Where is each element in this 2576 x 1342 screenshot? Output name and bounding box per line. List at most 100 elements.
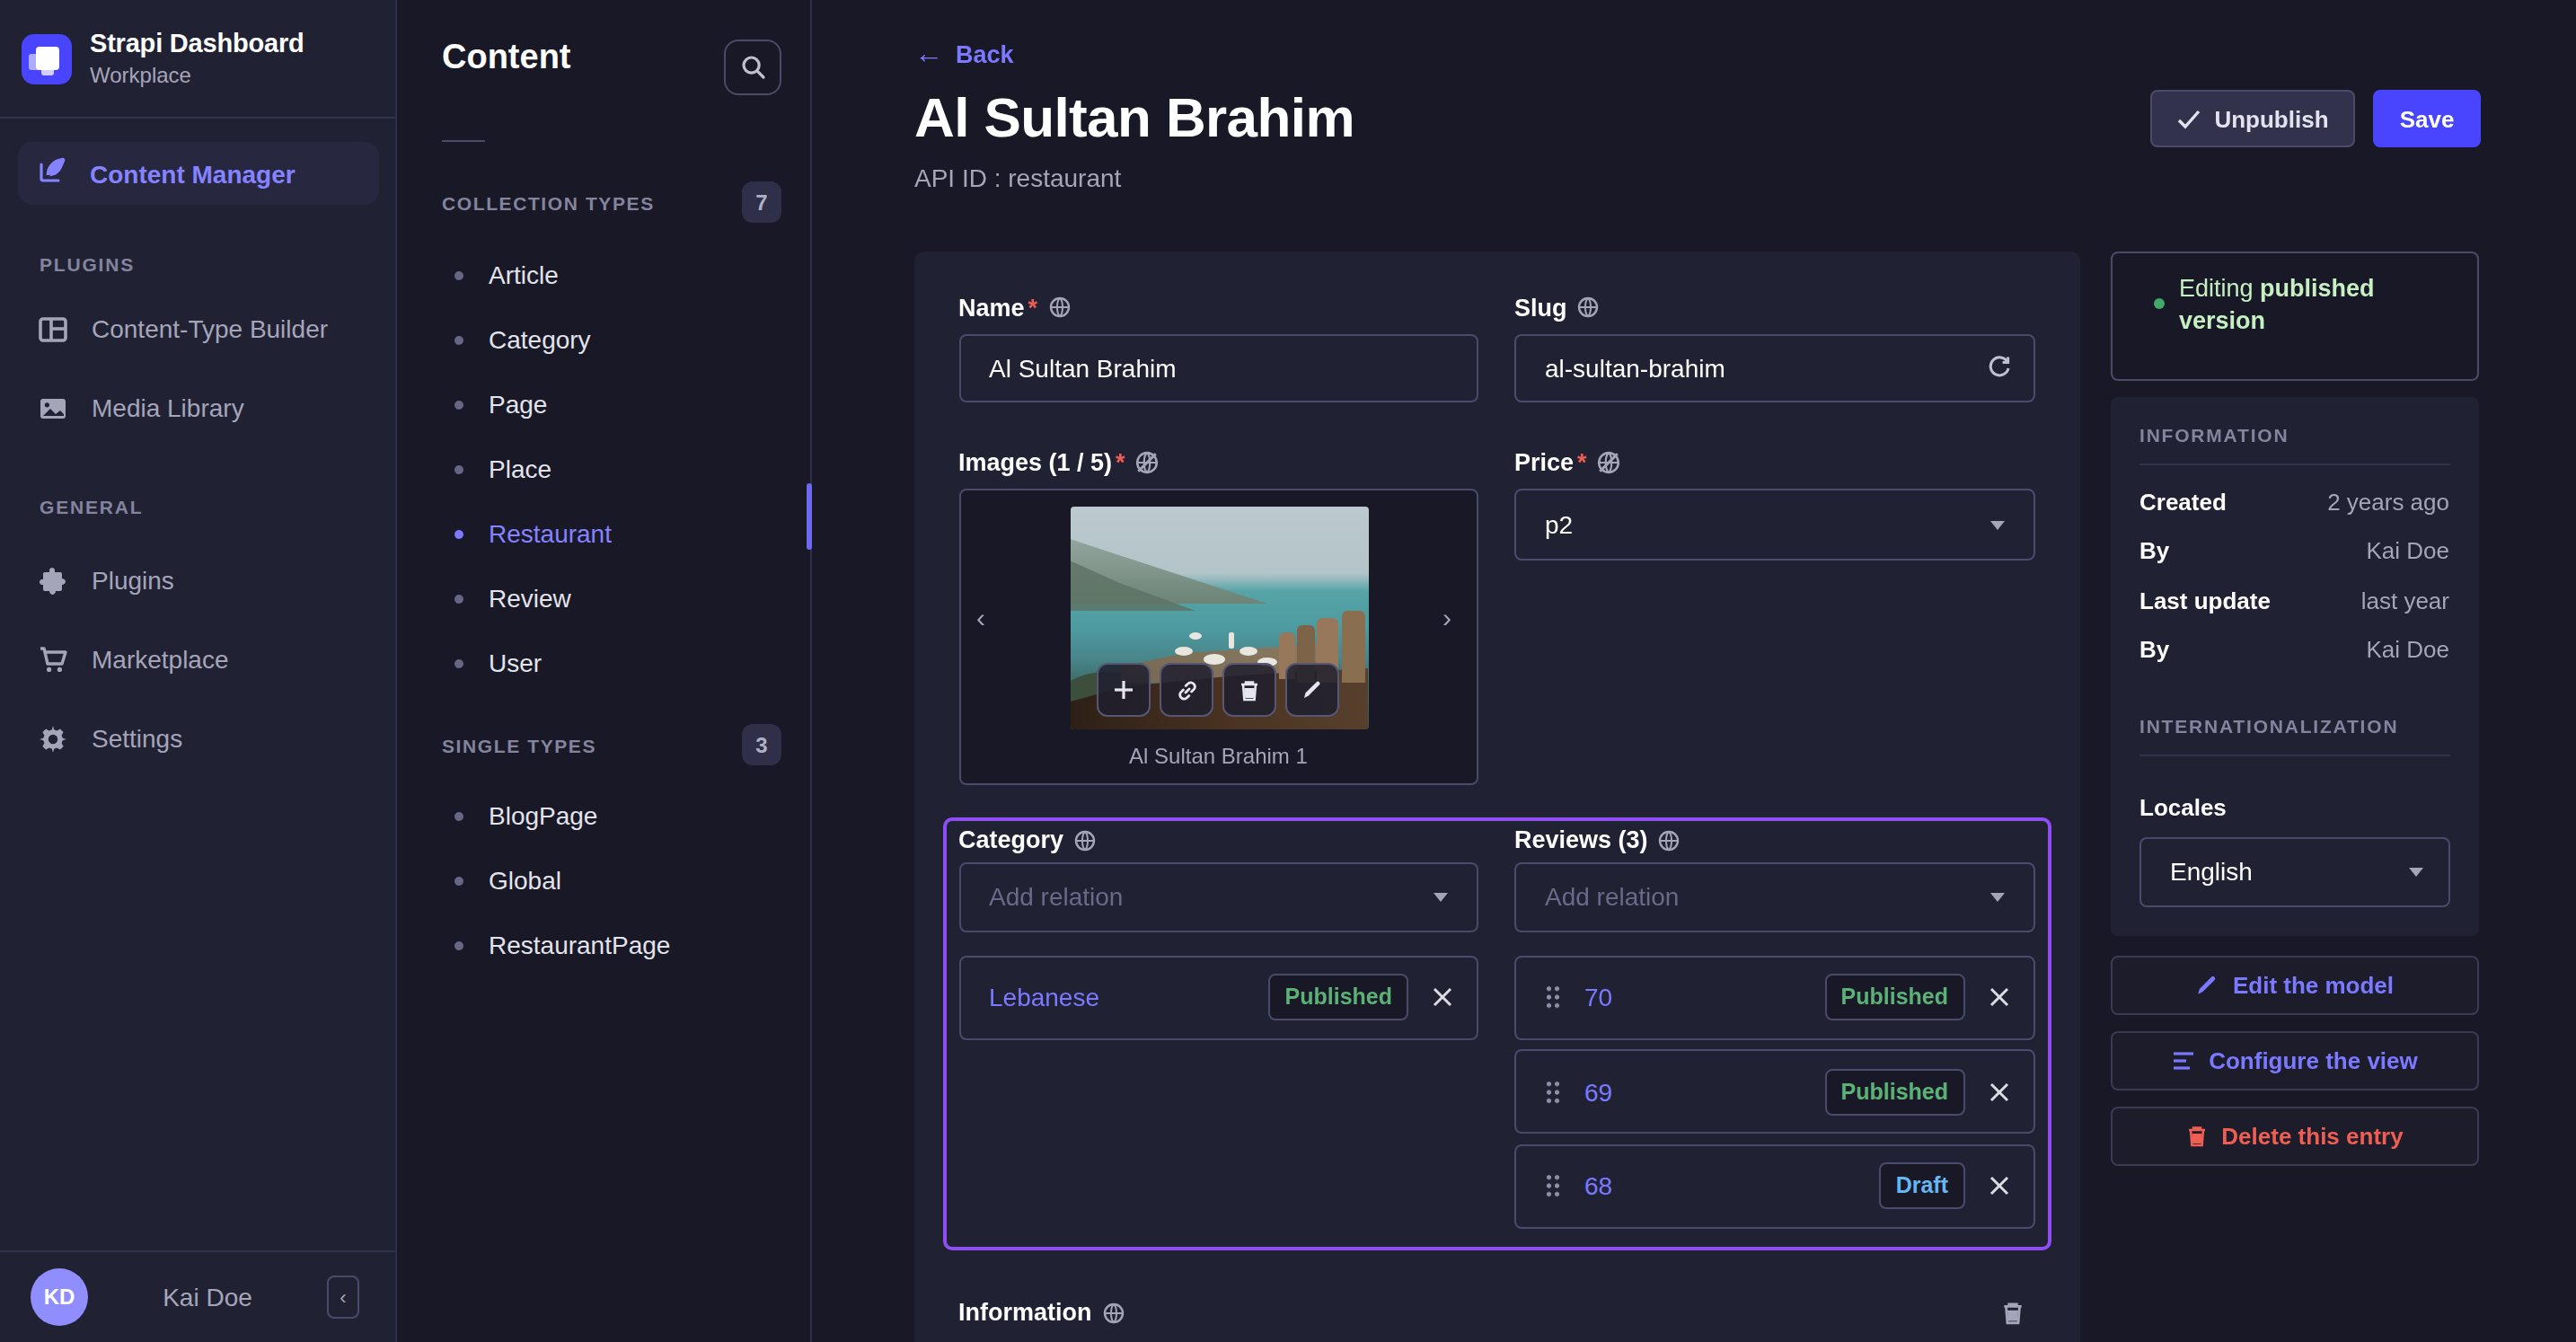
edit-status-card: Editing publishedversion [2111,252,2478,381]
sidebar-item-media-library[interactable]: Media Library [0,368,395,447]
slug-input[interactable]: al-sultan-brahim [1514,334,2034,402]
sidebar-item-restaurantpage[interactable]: RestaurantPage [397,913,810,977]
avatar[interactable]: KD [31,1268,88,1326]
locales-label: Locales [2139,794,2449,821]
remove-relation-button[interactable] [1986,984,2011,1010]
api-id: API ID : restaurant [914,163,2481,192]
strapi-logo [22,33,72,84]
information-card: INFORMATION Created2 years ago ByKai Doe… [2111,397,2478,935]
delete-component-icon[interactable] [2000,1300,2024,1325]
carousel-prev-icon[interactable]: ‹ [976,604,994,632]
single-types-list: BlogPage Global RestaurantPage [397,783,810,977]
back-link[interactable]: ← Back [914,38,2481,70]
sidebar-item-place[interactable]: Place [397,437,810,501]
sidebar-item-content-type-builder[interactable]: Content-Type Builder [0,289,395,368]
save-button[interactable]: Save [2373,90,2481,147]
strapi-app: Strapi Dashboard Workplace Content Manag… [0,0,2576,1342]
sidebar-item-plugins[interactable]: Plugins [0,541,395,620]
sidebar-item-review[interactable]: Review [397,566,810,631]
information-heading: INFORMATION [2139,424,2449,446]
carousel-next-icon[interactable]: › [1442,604,1460,632]
delete-image-button[interactable] [1223,663,1277,717]
relation-link[interactable]: 69 [1584,1077,1612,1106]
globe-strikethrough-icon [1598,450,1621,473]
sidebar-item-marketplace[interactable]: Marketplace [0,620,395,699]
status-badge: Published [1825,1068,1964,1115]
regenerate-icon[interactable] [1986,356,2011,381]
content-manager-icon [38,155,68,192]
status-badge: Draft [1880,1162,1964,1209]
reviews-add-relation[interactable]: Add relation [1514,861,2034,931]
sidebar-section-general: GENERAL [40,496,395,517]
category-add-relation[interactable]: Add relation [958,861,1478,931]
review-relation-68: 68 Draft [1514,1143,2034,1228]
sidebar-footer: KD Kai Doe ‹ [0,1250,395,1342]
sidebar-item-settings[interactable]: Settings [0,699,395,778]
locale-select[interactable]: English [2139,837,2449,906]
search-button[interactable] [724,40,781,95]
sidebar-item-article[interactable]: Article [397,243,810,307]
image-toolbar [1098,663,1340,717]
globe-strikethrough-icon [1136,450,1160,473]
collection-types-label: COLLECTION TYPES [442,191,655,213]
workspace-name: Workplace [90,63,304,88]
remove-relation-button[interactable] [1986,1079,2011,1104]
edit-status-text: Editing publishedversion [2179,273,2375,379]
trash-icon [2185,1125,2207,1148]
review-relation-69: 69 Published [1514,1049,2034,1134]
content-subnav: Content COLLECTION TYPES 7 Article Categ… [397,0,812,1342]
configure-icon [2171,1051,2194,1071]
status-badge: Published [1825,974,1964,1020]
information-label: Information [958,1302,1125,1323]
edit-model-button[interactable]: Edit the model [2111,956,2478,1014]
globe-icon [1074,829,1096,851]
drag-handle-icon[interactable] [1545,1079,1561,1104]
content-type-builder-icon [38,313,68,344]
sidebar-item-blogpage[interactable]: BlogPage [397,783,810,848]
check-icon [2176,109,2200,128]
divider [442,140,485,142]
search-icon [739,54,766,81]
sidebar-item-restaurant[interactable]: Restaurant [397,501,810,566]
sidebar-item-page[interactable]: Page [397,372,810,437]
globe-icon [1659,829,1681,851]
add-image-button[interactable] [1098,663,1151,717]
price-label: Price* [1514,451,2034,472]
sidebar-item-global[interactable]: Global [397,848,810,913]
user-name: Kai Doe [88,1283,327,1311]
globe-icon [1048,296,1070,318]
globe-icon [1578,296,1600,318]
relation-link[interactable]: 70 [1584,983,1612,1011]
price-select[interactable]: p2 [1514,489,2034,561]
collapse-sidebar-button[interactable]: ‹ [327,1276,359,1319]
subnav-title: Content [442,38,571,77]
page-title: Al Sultan Brahim [914,86,2150,151]
edit-image-button[interactable] [1286,663,1340,717]
globe-icon [1103,1302,1125,1323]
media-library-icon [38,393,68,423]
drag-handle-icon[interactable] [1545,1173,1561,1198]
unpublish-button[interactable]: Unpublish [2150,90,2355,147]
app-title: Strapi Dashboard [90,29,304,57]
name-input[interactable]: Al Sultan Brahim [958,334,1478,402]
sidebar-item-content-manager[interactable]: Content Manager [18,142,379,205]
review-relation-70: 70 Published [1514,955,2034,1039]
relation-link[interactable]: 68 [1584,1171,1612,1200]
relation-link[interactable]: Lebanese [989,983,1099,1011]
single-types-label: SINGLE TYPES [442,734,596,755]
status-badge: Published [1269,974,1408,1020]
chevron-down-icon [1989,520,2004,529]
copy-link-button[interactable] [1160,663,1214,717]
remove-relation-button[interactable] [1986,1173,2011,1198]
chevron-down-icon [1434,892,1448,901]
settings-icon [38,723,68,754]
sidebar-item-category[interactable]: Category [397,307,810,372]
delete-entry-button[interactable]: Delete this entry [2111,1107,2478,1165]
published-status-dot [2154,298,2165,309]
workspace-brand[interactable]: Strapi Dashboard Workplace [0,0,395,119]
remove-relation-button[interactable] [1430,984,1455,1010]
name-label: Name* [958,296,1478,318]
sidebar-item-user[interactable]: User [397,631,810,695]
drag-handle-icon[interactable] [1545,984,1561,1010]
configure-view-button[interactable]: Configure the view [2111,1031,2478,1090]
